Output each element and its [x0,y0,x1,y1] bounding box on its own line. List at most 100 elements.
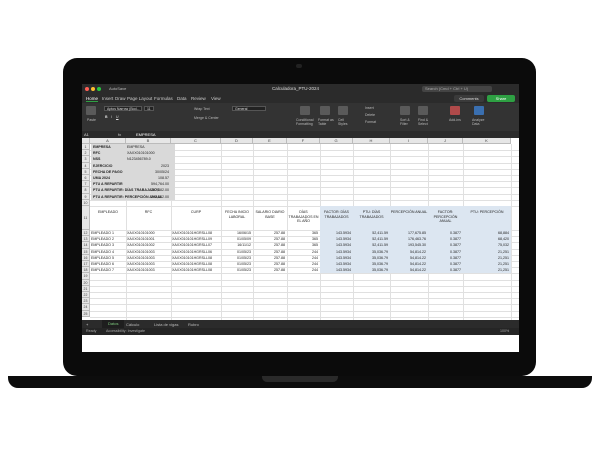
comments-button[interactable]: Comments [454,95,484,102]
zoom-icon[interactable] [97,87,101,91]
grid-line [90,298,519,300]
analyze-data-label: Analyze Data [472,118,485,126]
table-header[interactable]: DÍAS TRABAJADOS EN EL AÑO [287,206,320,230]
row-header[interactable]: 25 [82,310,90,317]
grid-line [90,273,519,275]
tab-page-layout[interactable]: Page Layout [127,96,152,101]
underline-button[interactable]: U [116,115,119,119]
tab-insert[interactable]: Insert [102,96,113,101]
table-cell[interactable]: 143.5934 [320,267,353,274]
title-bar: AutoSave Calculadora_PTU-2024 Search (Cm… [82,84,519,94]
table-header[interactable]: SALARIO DIARIO BASE [253,206,287,230]
table-header[interactable]: PTU: PERCEPCIÓN [463,206,511,230]
minimize-icon[interactable] [91,87,95,91]
table-cell[interactable]: 244 [287,267,320,273]
bold-button[interactable]: B [105,115,108,119]
table-header[interactable]: FACTOR: PERCEPCIÓN ANUAL [428,206,463,230]
cell-styles-icon[interactable] [338,106,348,115]
table-cell[interactable]: 35,036.79 [353,267,390,274]
tab-data[interactable]: Data [177,96,187,101]
tab-draw[interactable]: Draw [115,96,126,101]
column-header[interactable]: F [287,138,320,144]
formula-input[interactable]: EMPRESA [136,132,156,137]
font-size-select[interactable]: 11 [144,106,154,111]
status-bar: Ready Accessibility: Investigate 100% [82,328,519,335]
close-icon[interactable] [85,87,89,91]
tab-formulas[interactable]: Formulas [154,96,173,101]
table-cell[interactable]: XAXX010101HGRSLL08 [171,267,221,273]
table-header[interactable]: PTU: DÍAS TRABAJADOS [353,206,390,230]
table-header[interactable]: FECHA INICIO LABORAL [221,206,253,230]
column-header[interactable]: J [428,138,463,144]
grid-line [90,310,519,312]
number-format-select[interactable]: General [232,106,266,111]
row-header[interactable]: 11 [82,206,90,230]
sheet-tab[interactable]: Rubro [188,322,199,327]
screen-bottom [82,335,519,352]
fx-icon[interactable]: fx [118,132,121,137]
tab-review[interactable]: Review [191,96,206,101]
table-cell[interactable]: EMPLEADO 7 [90,267,126,273]
format-cells-button[interactable]: Format [365,120,376,124]
camera [296,64,302,68]
table-cell[interactable]: 54,814.22 [390,267,428,274]
table-cell[interactable]: 257.88 [253,267,287,273]
delete-cells-button[interactable]: Delete [365,113,375,117]
autosave-toggle[interactable]: AutoSave [109,86,126,91]
table-header[interactable]: PERCEPCIÓN ANUAL [390,206,428,230]
table-cell[interactable]: 01/05/23 [221,267,253,273]
font-name-select[interactable]: Aptos Narrow (Bod... [104,106,142,111]
find-select-icon[interactable] [418,106,428,115]
tab-view[interactable]: View [211,96,221,101]
conditional-formatting-icon[interactable] [300,106,310,115]
grid-line [90,292,519,293]
table-cell[interactable]: XAXX010101003 [126,267,171,273]
worksheet-grid[interactable]: A B C D E F G H I J K 1 2 3 4 5 6 7 8 9 10 11 12 13 14 15 16 17 18 19… [82,138,519,320]
table-header[interactable]: CURP [171,206,221,230]
sheet-tab[interactable]: Datos [102,320,125,328]
grid-line [90,279,519,281]
column-header[interactable]: E [253,138,287,144]
cell-styles-label: Cell Styles [338,118,348,126]
conditional-formatting-label: Conditional Formatting [296,118,314,126]
format-as-table-label: Format as Table [318,118,334,126]
merge-center-button[interactable]: Merge & Center [194,116,219,120]
column-header[interactable]: C [171,138,221,144]
wrap-text-button[interactable]: Wrap Text [194,107,210,111]
analyze-data-icon[interactable] [474,106,484,115]
sheet-tab[interactable]: Cálculo [126,322,139,327]
grid-line [90,304,519,306]
share-button[interactable]: Share [487,95,515,102]
zoom-level[interactable]: 100% [500,329,509,333]
table-header[interactable]: FACTOR: DÍAS TRABAJADOS [320,206,353,230]
sheet-tabs: + Datos Cálculo Lista de vigas Rubro [82,320,519,328]
find-select-label: Find & Select [418,118,429,126]
sort-filter-label: Sort & Filter [400,118,410,126]
addins-icon[interactable] [450,106,460,115]
table-cell[interactable]: 0.3877 [428,267,463,274]
italic-button[interactable]: I [111,115,112,119]
grid-line [90,316,519,318]
search-input[interactable]: Search (Cmd + Ctrl + U) [422,86,492,92]
format-as-table-icon[interactable] [320,106,330,115]
table-header[interactable]: EMPLEADO [90,206,126,230]
column-header[interactable]: D [221,138,253,144]
insert-cells-button[interactable]: Insert [365,106,374,110]
document-title: Calculadora_PTU-2024 [272,86,320,91]
sheet-tab[interactable]: Lista de vigas [154,322,178,327]
table-header[interactable]: RFC [126,206,171,230]
info-value[interactable]: 297,382.00 [126,194,171,200]
add-sheet-icon[interactable]: + [86,322,88,327]
paste-icon[interactable] [86,106,96,115]
column-header[interactable]: K [463,138,511,144]
tab-home[interactable]: Home [86,96,99,102]
column-header[interactable]: I [390,138,428,144]
grid-line [90,199,519,201]
accessibility-status[interactable]: Accessibility: Investigate [106,329,145,333]
column-header[interactable]: H [353,138,390,144]
table-cell[interactable]: 21,251 [463,267,511,274]
name-box[interactable]: A1 [84,132,89,137]
grid-line [511,144,512,320]
column-header[interactable]: G [320,138,353,144]
sort-filter-icon[interactable] [400,106,410,115]
